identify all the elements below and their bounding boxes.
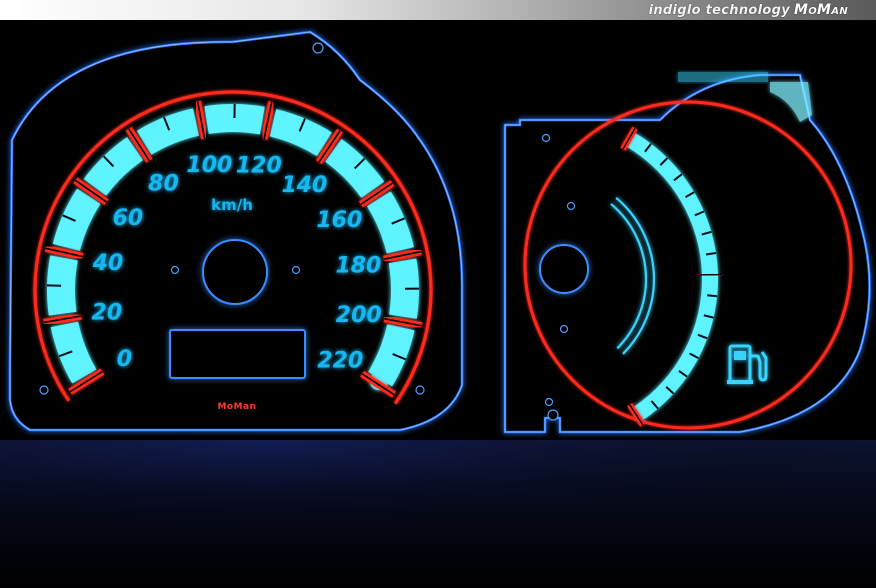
mount-hole <box>559 324 569 334</box>
mount-hole <box>544 397 554 407</box>
speed-label: 140 <box>281 173 327 198</box>
speed-label: 100 <box>186 153 232 178</box>
speed-label: 180 <box>335 253 381 278</box>
speed-label: 40 <box>92 251 124 276</box>
mount-hole <box>312 42 324 54</box>
banner-tagline: indiglo technology <box>648 3 791 18</box>
speed-label: 60 <box>113 206 144 231</box>
speed-unit-label: km/h <box>211 196 253 214</box>
speed-label: 80 <box>148 172 179 197</box>
banner-brand: MoMan <box>794 2 848 18</box>
instrument-cluster: 0 20 40 6080 100 120140 160 180 200 220 km/h MoMa… <box>0 30 876 588</box>
speed-label: 160 <box>316 208 362 233</box>
speedometer-brand-mark: MoMan <box>217 402 256 412</box>
mount-hole <box>541 133 551 143</box>
top-banner: indiglo technology MoMan <box>0 0 876 20</box>
fuel-major-tick <box>697 271 723 279</box>
speed-label: 120 <box>236 154 282 179</box>
fuel-needle-hub-hole <box>539 244 589 294</box>
needle-hub-hole <box>202 239 268 305</box>
mount-hole <box>170 265 180 275</box>
odometer-window <box>169 329 306 379</box>
speed-label: 0 <box>117 347 132 372</box>
speed-label: 20 <box>92 301 123 326</box>
speed-label: 220 <box>317 349 363 374</box>
light-strip <box>678 72 768 82</box>
banner-text: indiglo technology MoMan <box>649 2 848 18</box>
mount-hole <box>415 385 425 395</box>
mount-hole <box>291 265 301 275</box>
mount-hole <box>566 201 576 211</box>
floor-glow <box>0 440 876 588</box>
fuel-minor-tick <box>707 294 718 298</box>
speed-label: 200 <box>336 303 382 328</box>
mount-hole <box>39 385 49 395</box>
mount-hole <box>547 409 559 421</box>
